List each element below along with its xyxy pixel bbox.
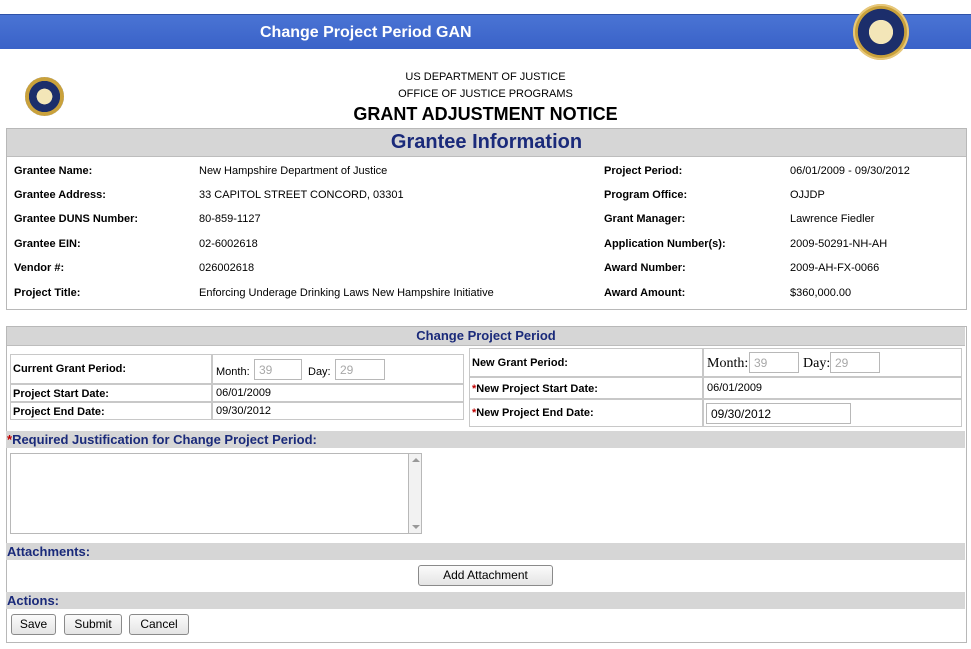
grantee-ein-value: 02-6002618 [199, 238, 258, 250]
new-month-label: Month: [707, 356, 749, 371]
submit-button[interactable]: Submit [64, 614, 122, 635]
project-title-label: Project Title: [14, 287, 81, 299]
current-month-field [254, 359, 302, 380]
new-end-date-label-text: New Project End Date: [476, 407, 594, 419]
award-amount-label: Award Amount: [604, 287, 686, 299]
new-start-date-label-text: New Project Start Date: [476, 383, 598, 395]
new-end-date-input[interactable] [706, 403, 851, 424]
project-end-date-label: Project End Date: [13, 406, 105, 418]
justification-textarea-wrap [10, 453, 422, 534]
project-title-value: Enforcing Underage Drinking Laws New Ham… [199, 287, 494, 299]
title-banner: Change Project Period GAN [0, 14, 971, 49]
grant-manager-value: Lawrence Fiedler [790, 213, 875, 225]
award-number-label: Award Number: [604, 262, 686, 274]
application-number-label: Application Number(s): [604, 238, 726, 250]
new-start-date-value: 06/01/2009 [707, 382, 763, 394]
actions-header: Actions: [6, 592, 965, 609]
current-day-field [335, 359, 385, 380]
change-period-heading: Change Project Period [7, 327, 965, 346]
scroll-up-icon[interactable] [412, 458, 420, 462]
vendor-label: Vendor #: [14, 262, 65, 274]
header-notice-title: GRANT ADJUSTMENT NOTICE [353, 104, 618, 124]
grantee-name-value: New Hampshire Department of Justice [199, 165, 388, 177]
project-period-label: Project Period: [604, 165, 683, 177]
current-grant-period-label: Current Grant Period: [13, 363, 127, 375]
grantee-info-heading: Grantee Information [7, 129, 966, 157]
current-month-label: Month: [216, 366, 250, 378]
new-day-field [830, 352, 880, 373]
current-day-label: Day: [308, 366, 331, 378]
add-attachment-button[interactable]: Add Attachment [418, 565, 553, 586]
project-period-value: 06/01/2009 - 09/30/2012 [790, 165, 910, 177]
application-number-value: 2009-50291-NH-AH [790, 238, 888, 250]
scroll-down-icon[interactable] [412, 525, 420, 529]
grantee-ein-label: Grantee EIN: [14, 238, 81, 250]
attachments-header: Attachments: [6, 543, 965, 560]
page-title: Change Project Period GAN [260, 24, 472, 41]
header-department: US DEPARTMENT OF JUSTICE [405, 71, 566, 83]
new-start-date-label: *New Project Start Date: [472, 383, 598, 395]
grantee-address-label: Grantee Address: [14, 189, 106, 201]
award-amount-value: $360,000.00 [790, 287, 852, 299]
grantee-duns-value: 80-859-1127 [199, 213, 261, 225]
new-end-date-label: *New Project End Date: [472, 407, 594, 419]
grantee-name-label: Grantee Name: [14, 165, 93, 177]
program-office-label: Program Office: [604, 189, 688, 201]
justification-label: Required Justification for Change Projec… [12, 432, 317, 447]
project-start-date-label: Project Start Date: [13, 388, 109, 400]
award-number-value: 2009-AH-FX-0066 [790, 262, 880, 274]
cancel-button[interactable]: Cancel [129, 614, 189, 635]
save-button[interactable]: Save [11, 614, 56, 635]
project-end-date-value: 09/30/2012 [216, 405, 272, 417]
header-office: OFFICE OF JUSTICE PROGRAMS [398, 88, 573, 100]
justification-scrollbar[interactable] [408, 453, 422, 534]
new-day-label: Day: [803, 356, 831, 371]
doj-seal-logo [853, 4, 909, 60]
program-office-value: OJJDP [790, 189, 825, 201]
new-month-field [749, 352, 799, 373]
justification-header: *Required Justification for Change Proje… [6, 431, 965, 448]
project-start-date-value: 06/01/2009 [216, 387, 272, 399]
grant-manager-label: Grant Manager: [604, 213, 686, 225]
justification-textarea[interactable] [10, 453, 409, 534]
vendor-value: 026002618 [199, 262, 255, 274]
grantee-duns-label: Grantee DUNS Number: [14, 213, 139, 225]
new-grant-period-label: New Grant Period: [472, 357, 568, 369]
grantee-address-value: 33 CAPITOL STREET CONCORD, 03301 [199, 189, 404, 201]
